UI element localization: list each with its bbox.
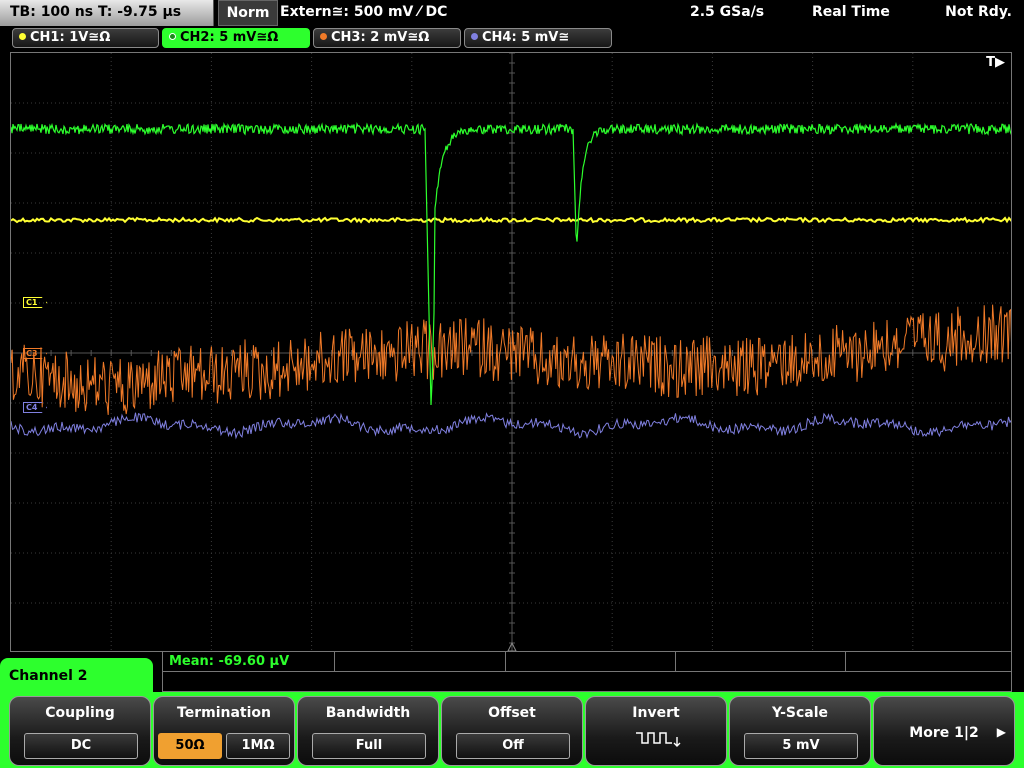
offset-label: Offset — [488, 705, 536, 721]
timebase-readout[interactable]: TB: 100 ns T: -9.75 µs — [0, 0, 214, 26]
yscale-value[interactable]: 5 mV — [744, 733, 858, 759]
ch3-color-dot — [320, 33, 327, 40]
ch4-color-dot — [471, 33, 478, 40]
channel-tab-ch2[interactable]: CH2: 5 mV≅Ω — [162, 28, 310, 48]
measurement-cell-4[interactable] — [676, 652, 846, 672]
coupling-label: Coupling — [45, 705, 115, 721]
mean-measurement: Mean: -69.60 µV — [169, 654, 290, 669]
measurement-cell-1[interactable]: Mean: -69.60 µV — [163, 652, 335, 672]
ch3-label: CH3: 2 mV≅Ω — [331, 30, 430, 45]
channel-tab-ch1[interactable]: CH1: 1V≅Ω — [12, 28, 159, 48]
termination-1mohm-option[interactable]: 1MΩ — [226, 733, 290, 759]
offset-softkey[interactable]: Offset Off — [441, 696, 583, 766]
channel-tab-ch3[interactable]: CH3: 2 mV≅Ω — [313, 28, 461, 48]
trigger-position-marker[interactable]: T▶ — [986, 55, 1005, 70]
waveform-display[interactable]: T▶ C1 C3 C4 — [10, 52, 1012, 652]
bandwidth-label: Bandwidth — [325, 705, 411, 721]
ch1-label: CH1: 1V≅Ω — [30, 30, 111, 45]
coupling-value[interactable]: DC — [24, 733, 138, 759]
measurement-cell-2[interactable] — [335, 652, 506, 672]
ch2-color-dot — [169, 33, 176, 40]
ch4-label: CH4: 5 mV≅ — [482, 30, 570, 45]
more-label: More 1|2 — [909, 725, 979, 741]
bandwidth-softkey[interactable]: Bandwidth Full — [297, 696, 439, 766]
measurement-cell-3[interactable] — [506, 652, 676, 672]
more-softkey[interactable]: More 1|2 ▶ — [873, 696, 1015, 766]
ch2-label: CH2: 5 mV≅Ω — [180, 30, 279, 45]
waveform-svg — [11, 53, 1011, 651]
measurement-panel: Mean: -69.60 µV — [162, 652, 1012, 692]
offset-value[interactable]: Off — [456, 733, 570, 759]
invert-softkey[interactable]: Invert — [585, 696, 727, 766]
invert-waveform-icon — [636, 732, 681, 747]
invert-label: Invert — [632, 705, 680, 721]
termination-50ohm-option[interactable]: 50Ω — [158, 733, 222, 759]
measurement-cell-5[interactable] — [846, 652, 1012, 672]
sample-rate: 2.5 GSa/s — [690, 4, 765, 20]
right-arrow-icon: ▶ — [996, 725, 1006, 739]
trigger-readout[interactable]: Extern≅: 500 mV ⁄ DC — [280, 0, 660, 26]
ch3-trace — [11, 304, 1011, 415]
yscale-label: Y-Scale — [771, 705, 828, 721]
bandwidth-value[interactable]: Full — [312, 733, 426, 759]
coupling-softkey[interactable]: Coupling DC — [9, 696, 151, 766]
channel-tab-ch4[interactable]: CH4: 5 mV≅ — [464, 28, 612, 48]
ch1-color-dot — [19, 33, 26, 40]
termination-label: Termination — [177, 705, 271, 721]
acquisition-mode[interactable]: Norm — [218, 0, 278, 26]
trigger-status: Not Rdy. — [945, 4, 1012, 20]
channel-bar: CH1: 1V≅Ω CH2: 5 mV≅Ω CH3: 2 mV≅Ω CH4: 5… — [0, 26, 1024, 50]
termination-softkey[interactable]: Termination 50Ω 1MΩ — [153, 696, 295, 766]
yscale-softkey[interactable]: Y-Scale 5 mV — [729, 696, 871, 766]
status-bar: TB: 100 ns T: -9.75 µs Norm Extern≅: 500… — [0, 0, 1024, 26]
softkey-menu: Coupling DC Termination 50Ω 1MΩ Bandwidt… — [0, 692, 1024, 768]
acquisition-realtime: Real Time — [812, 4, 890, 20]
